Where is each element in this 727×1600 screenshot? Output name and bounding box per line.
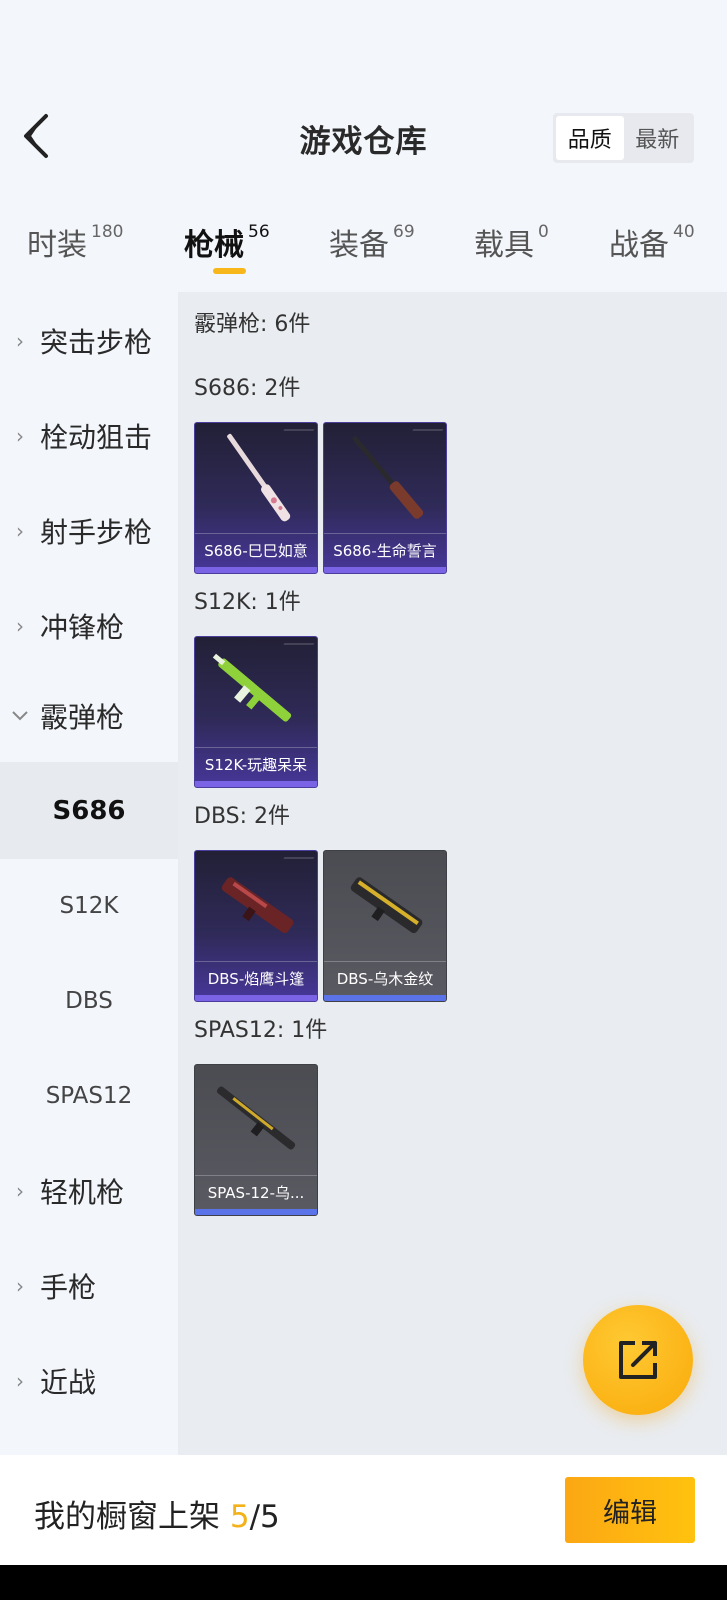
sidebar-subitem-dbs[interactable]: DBS: [0, 952, 178, 1049]
sidebar-item-label: 突击步枪: [40, 325, 153, 359]
edit-button[interactable]: 编辑: [565, 1477, 695, 1543]
showcase-current-count: 5: [229, 1499, 250, 1535]
skin-card[interactable]: SPAS-12-乌...: [194, 1064, 318, 1216]
sidebar-item-bolt-sniper[interactable]: › 栓动狙击: [0, 387, 178, 484]
skin-card[interactable]: S12K-玩趣呆呆: [194, 636, 318, 788]
tab-count: 180: [91, 222, 124, 242]
showcase-status: 我的橱窗上架 5/5: [34, 1491, 280, 1536]
sidebar-item-label: 手枪: [40, 1270, 97, 1304]
sidebar-item-label: 近战: [40, 1365, 97, 1399]
sidebar-subitem-s686[interactable]: S686: [0, 762, 178, 859]
shotgun-image: [216, 1086, 296, 1150]
sidebar-item-melee[interactable]: › 近战: [0, 1332, 178, 1429]
tab-count: 69: [393, 222, 415, 242]
tab-vehicles[interactable]: 载具 0: [474, 220, 549, 264]
header: 游戏仓库 品质 最新: [0, 0, 727, 200]
tab-count: 0: [538, 222, 549, 242]
system-navigation-bar: [0, 1565, 727, 1600]
tab-label: 载具: [474, 228, 534, 263]
sidebar-item-lmg[interactable]: › 轻机枪: [0, 1142, 178, 1239]
sidebar-item-label: 霰弹枪: [40, 700, 125, 734]
sidebar-item-assault-rifle[interactable]: › 突击步枪: [0, 292, 178, 389]
skin-name: S12K-玩趣呆呆: [195, 747, 317, 781]
chevron-right-icon: ›: [16, 518, 24, 543]
skin-name: S686-生命誓言: [324, 533, 446, 567]
quality-bar: [195, 781, 317, 787]
tab-label: 枪械: [184, 228, 244, 263]
sidebar-item-label: 冲锋枪: [40, 610, 125, 644]
quality-bar: [195, 567, 317, 573]
quality-bar: [195, 1209, 317, 1215]
tab-label: 装备: [329, 228, 389, 263]
tab-fashion[interactable]: 时装 180: [27, 220, 123, 264]
sort-newest-option[interactable]: 最新: [624, 116, 692, 160]
active-tab-indicator: [213, 268, 246, 274]
chevron-right-icon: ›: [16, 328, 24, 353]
tab-label: 战备: [609, 228, 669, 263]
tab-label: 时装: [27, 228, 87, 263]
weapon-skin-list: 霰弹枪: 6件 S686: 2件 S686-巳巳如意 S686-生命誓言 S12…: [178, 292, 727, 1455]
skin-card[interactable]: DBS-乌木金纹: [323, 850, 447, 1002]
category-summary: 霰弹枪: 6件: [194, 312, 311, 337]
sidebar-item-pistol[interactable]: › 手枪: [0, 1237, 178, 1334]
sidebar-item-label: 轻机枪: [40, 1175, 125, 1209]
skin-name: DBS-乌木金纹: [324, 961, 446, 995]
tab-equipment[interactable]: 装备 69: [329, 220, 415, 264]
skin-card[interactable]: DBS-焰鹰斗篷: [194, 850, 318, 1002]
sidebar-item-smg[interactable]: › 冲锋枪: [0, 577, 178, 674]
quality-bar: [324, 567, 446, 573]
chevron-right-icon: ›: [16, 423, 24, 448]
showcase-label: 我的橱窗上架: [34, 1499, 220, 1535]
showcase-bar: 我的橱窗上架 5/5 编辑: [0, 1455, 727, 1565]
showcase-separator: /: [249, 1499, 261, 1535]
chevron-right-icon: ›: [16, 1273, 24, 1298]
tab-count: 40: [673, 222, 695, 242]
showcase-total-count: 5: [260, 1499, 280, 1535]
skin-name: S686-巳巳如意: [195, 533, 317, 567]
category-tabs: 时装 180 枪械 56 装备 69 载具 0 战备 40: [0, 212, 727, 282]
chevron-right-icon: ›: [16, 613, 24, 638]
group-title: DBS: 2件: [194, 804, 291, 829]
sidebar-item-marksman-rifle[interactable]: › 射手步枪: [0, 482, 178, 579]
group-title: S12K: 1件: [194, 590, 301, 615]
sort-quality-option[interactable]: 品质: [556, 116, 624, 160]
group-title: SPAS12: 1件: [194, 1018, 328, 1043]
sidebar-item-label: 射手步枪: [40, 515, 153, 549]
skin-name: SPAS-12-乌...: [195, 1175, 317, 1209]
skin-card[interactable]: S686-巳巳如意: [194, 422, 318, 574]
shotgun-image: [350, 877, 423, 934]
sort-toggle[interactable]: 品质 最新: [553, 113, 694, 163]
weapon-category-sidebar: › 突击步枪 › 栓动狙击 › 射手步枪 › 冲锋枪 霰弹枪 S686 S12K…: [0, 292, 178, 1455]
group-title: S686: 2件: [194, 376, 301, 401]
chevron-down-icon: [0, 710, 40, 721]
sidebar-item-shotgun[interactable]: 霰弹枪: [0, 667, 178, 764]
quality-bar: [195, 995, 317, 1001]
quality-bar: [324, 995, 446, 1001]
share-icon: [619, 1341, 657, 1379]
chevron-right-icon: ›: [16, 1178, 24, 1203]
skin-card[interactable]: S686-生命誓言: [323, 422, 447, 574]
skin-name: DBS-焰鹰斗篷: [195, 961, 317, 995]
chevron-right-icon: ›: [16, 1368, 24, 1393]
sidebar-item-label: 栓动狙击: [40, 420, 153, 454]
sidebar-subitem-s12k[interactable]: S12K: [0, 857, 178, 954]
share-button[interactable]: [583, 1305, 693, 1415]
tab-supplies[interactable]: 战备 40: [609, 220, 695, 264]
sidebar-subitem-spas12[interactable]: SPAS12: [0, 1047, 178, 1144]
tab-count: 56: [248, 222, 270, 242]
tab-weapons[interactable]: 枪械 56: [184, 220, 270, 264]
